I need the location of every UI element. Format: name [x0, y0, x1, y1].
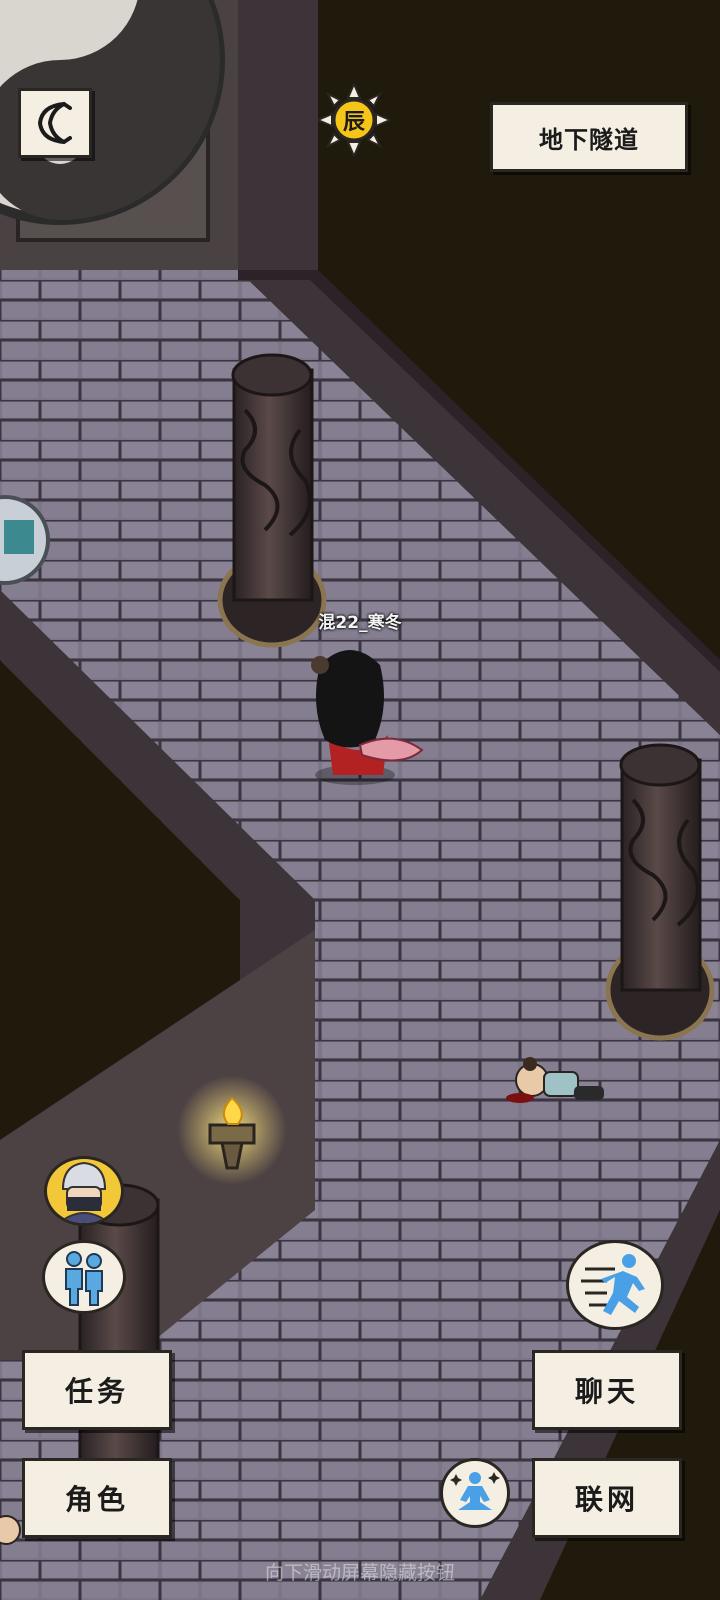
team-people-icon — [65, 1251, 103, 1306]
corner-npc — [0, 1515, 21, 1545]
carved-pillar-2 — [605, 743, 715, 1041]
team-button[interactable] — [42, 1240, 126, 1314]
location-label: 地下隧道 — [490, 102, 688, 172]
time-badge[interactable]: 辰 — [318, 84, 390, 156]
back-button[interactable] — [18, 88, 92, 158]
quest-button[interactable]: 任务 — [22, 1350, 172, 1430]
quest-label: 任务 — [64, 1375, 129, 1408]
run-button[interactable] — [566, 1240, 664, 1330]
masked-ninja-avatar-icon — [58, 1161, 110, 1223]
swipe-hint: 向下滑动屏幕隐藏按钮 — [264, 1562, 455, 1584]
meditation-icon — [450, 1472, 500, 1510]
character-button[interactable]: 角色 — [22, 1458, 172, 1538]
back-arrow-icon — [37, 102, 72, 144]
chat-label: 聊天 — [574, 1375, 639, 1408]
character-label: 角色 — [64, 1483, 129, 1516]
running-icon — [581, 1254, 645, 1315]
torch-icon — [177, 1075, 287, 1185]
avatar[interactable] — [44, 1156, 124, 1226]
carved-pillar-1 — [217, 353, 327, 648]
location-name: 地下隧道 — [539, 125, 639, 154]
player-name-tag: 混22_寒冬 — [318, 613, 402, 633]
chat-button[interactable]: 聊天 — [532, 1350, 682, 1430]
time-label: 辰 — [342, 110, 365, 135]
network-label: 联网 — [574, 1483, 639, 1516]
network-button[interactable]: 联网 — [532, 1458, 682, 1538]
meditate-button[interactable] — [440, 1458, 510, 1528]
